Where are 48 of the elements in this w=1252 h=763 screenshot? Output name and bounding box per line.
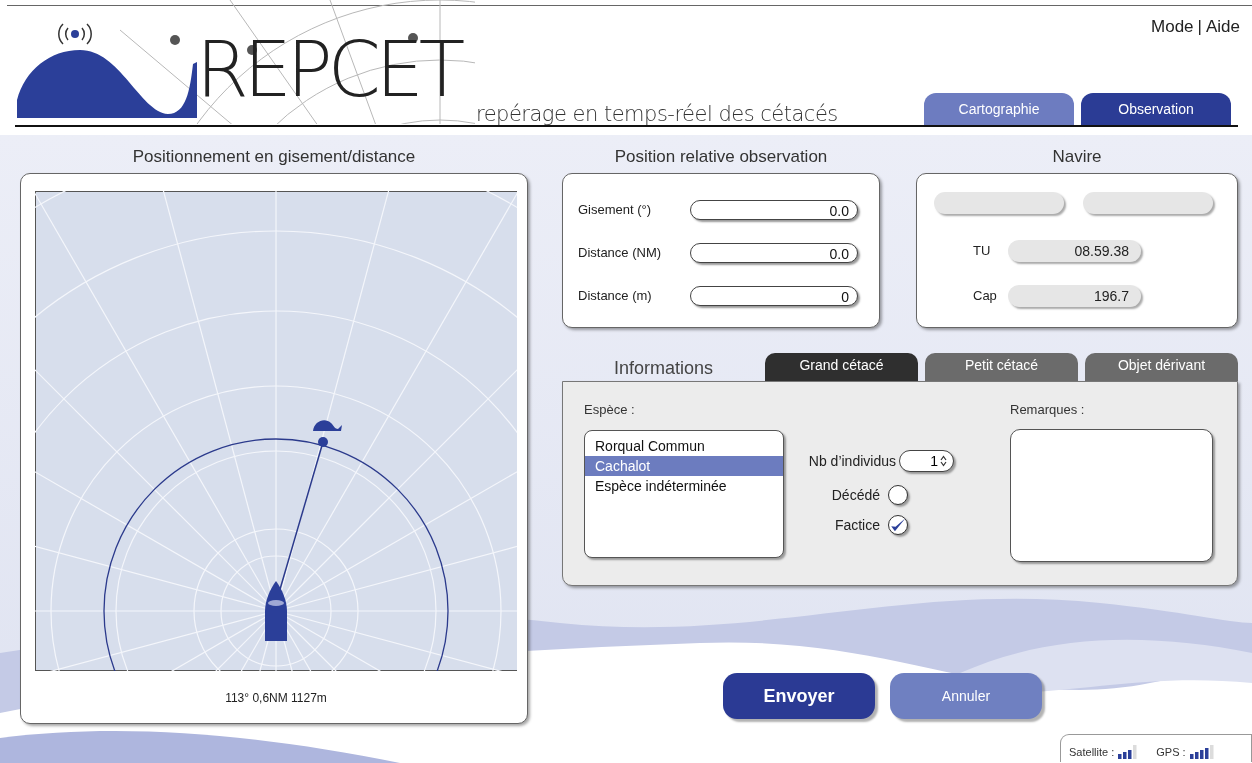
species-list[interactable]: Rorqual Commun Cachalot Espèce indéterminée	[584, 430, 784, 558]
field-label: Remarques :	[1010, 402, 1086, 417]
panel-title: Positionnement en gisement/distance	[131, 147, 417, 167]
field-label: Distance (m)	[578, 288, 653, 303]
category-tab[interactable]: Grand cétacé	[765, 353, 918, 381]
readout-field: 196.7	[1008, 284, 1141, 307]
field-label: Espèce :	[584, 402, 636, 417]
status-label: Satellite :	[1069, 745, 1115, 758]
field-label: Décédé	[831, 487, 880, 503]
boat-icon	[265, 581, 287, 641]
checkbox[interactable]	[888, 485, 908, 505]
input-field[interactable]: 0.0	[690, 242, 858, 263]
readout-field: 08.59.38	[1008, 239, 1141, 262]
field-label: Factice	[834, 517, 880, 533]
status-label: GPS :	[1156, 745, 1186, 758]
field-label: Gisement (°)	[578, 202, 653, 217]
category-tab[interactable]: Petit cétacé	[925, 353, 1078, 381]
checkbox[interactable]	[888, 515, 908, 535]
mode-tab[interactable]: Observation	[1081, 93, 1231, 125]
field-label: TU	[973, 243, 992, 258]
remarks-field[interactable]	[1010, 429, 1213, 562]
mode-tab[interactable]: Cartographie	[924, 93, 1074, 125]
category-tab[interactable]: Objet dérivant	[1085, 353, 1238, 381]
section-title: Informations	[612, 358, 714, 379]
field-label: Distance (NM)	[578, 245, 663, 260]
panel-title: Position relative observation	[613, 147, 829, 167]
radar-reading: 113° 0,6NM 1127m	[224, 691, 328, 705]
signal-icon	[1189, 744, 1216, 759]
field-label: Nb d’individus	[808, 453, 896, 469]
tagline: repérage en temps-réel des cétacés	[476, 102, 838, 126]
menu-link[interactable]: Aide	[1205, 17, 1240, 37]
spinner-value: 1	[930, 453, 938, 469]
number-spinner[interactable]: 1	[899, 450, 954, 472]
list-item[interactable]: Espèce indéterminée	[585, 476, 783, 496]
logo-title: REPCET	[196, 38, 461, 102]
field-label: Cap	[973, 288, 998, 303]
send-button[interactable]: Envoyer	[723, 673, 875, 719]
target-dot	[318, 437, 328, 447]
list-item[interactable]: Rorqual Commun	[585, 436, 783, 456]
whale-icon	[313, 420, 342, 431]
panel-title: Navire	[1051, 147, 1103, 167]
list-item[interactable]: Cachalot	[585, 456, 783, 476]
input-field[interactable]: 0.0	[690, 199, 858, 220]
cancel-button[interactable]: Annuler	[890, 673, 1042, 719]
spinner-arrows-icon	[940, 455, 947, 467]
input-field[interactable]: 0	[690, 285, 858, 306]
menu-separator: |	[1197, 17, 1202, 37]
menu-link[interactable]: Mode	[1151, 17, 1194, 37]
